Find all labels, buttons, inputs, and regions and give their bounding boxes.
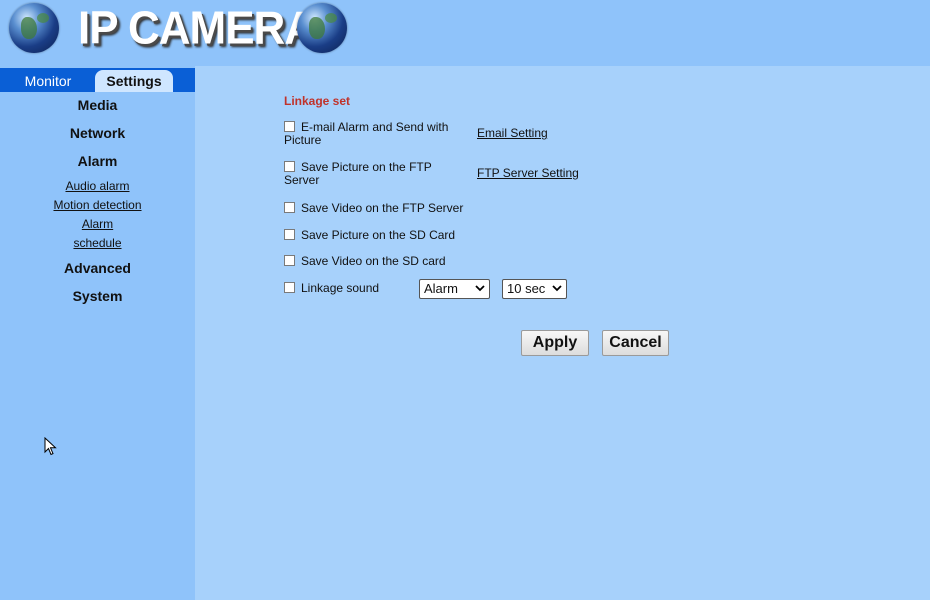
sidebar-subitem-schedule[interactable]: schedule <box>0 236 195 250</box>
email-setting-link[interactable]: Email Setting <box>477 126 548 140</box>
ftp-picture-row: Save Picture on the FTP Server <box>284 161 432 187</box>
cancel-button[interactable]: Cancel <box>602 330 669 356</box>
ftp-server-setting-link[interactable]: FTP Server Setting <box>477 166 579 180</box>
ftp-video-checkbox[interactable] <box>284 202 295 213</box>
sound-type-value: Alarm <box>424 281 458 296</box>
sd-video-checkbox[interactable] <box>284 255 295 266</box>
sidebar-item-media[interactable]: Media <box>0 97 195 113</box>
email-alarm-row: E-mail Alarm and Send with Picture <box>284 121 448 147</box>
mouse-cursor-icon <box>44 437 57 456</box>
sidebar: Monitor Settings Media Network Alarm Aud… <box>0 66 195 600</box>
sd-picture-row: Save Picture on the SD Card <box>284 229 455 242</box>
email-alarm-label: E-mail Alarm and Send with <box>301 120 449 134</box>
ftp-video-row: Save Video on the FTP Server <box>284 202 463 215</box>
sidebar-item-network[interactable]: Network <box>0 125 195 141</box>
email-alarm-checkbox[interactable] <box>284 121 295 132</box>
ftp-picture-label-cont: Server <box>284 173 320 187</box>
ftp-video-label: Save Video on the FTP Server <box>301 201 464 215</box>
email-alarm-label-cont: Picture <box>284 133 322 147</box>
globe-logo-icon <box>297 3 347 53</box>
sound-type-select[interactable]: Alarm <box>419 279 490 299</box>
ftp-picture-label: Save Picture on the FTP <box>301 160 432 174</box>
sound-duration-value: 10 sec <box>507 281 546 296</box>
chevron-down-icon <box>552 285 562 292</box>
sd-video-row: Save Video on the SD card <box>284 255 446 268</box>
tab-monitor[interactable]: Monitor <box>4 70 92 92</box>
tab-settings[interactable]: Settings <box>95 70 173 92</box>
tab-bar: Monitor Settings <box>0 68 195 92</box>
chevron-down-icon <box>475 285 485 292</box>
ftp-picture-checkbox[interactable] <box>284 161 295 172</box>
sidebar-item-alarm[interactable]: Alarm <box>0 153 195 169</box>
sound-duration-select[interactable]: 10 sec <box>502 279 567 299</box>
main-content: Linkage set E-mail Alarm and Send with P… <box>195 66 930 600</box>
sidebar-subitem-motion-detection[interactable]: Motion detection <box>0 198 195 212</box>
sd-video-label: Save Video on the SD card <box>301 254 446 268</box>
linkage-set-title: Linkage set <box>284 94 351 108</box>
sidebar-item-system[interactable]: System <box>0 288 195 304</box>
sd-picture-label: Save Picture on the SD Card <box>301 228 456 242</box>
linkage-sound-label: Linkage sound <box>301 281 380 295</box>
sd-picture-checkbox[interactable] <box>284 229 295 240</box>
linkage-sound-checkbox[interactable] <box>284 282 295 293</box>
sidebar-subitem-alarm[interactable]: Alarm <box>0 217 195 231</box>
logo-title: IP CAMERA <box>78 2 316 55</box>
apply-button[interactable]: Apply <box>521 330 589 356</box>
linkage-sound-row: Linkage sound <box>284 282 379 295</box>
sidebar-item-advanced[interactable]: Advanced <box>0 260 195 276</box>
globe-logo-icon <box>9 3 59 53</box>
app-header: IP CAMERA <box>0 0 930 66</box>
sidebar-subitem-audio-alarm[interactable]: Audio alarm <box>0 179 195 193</box>
